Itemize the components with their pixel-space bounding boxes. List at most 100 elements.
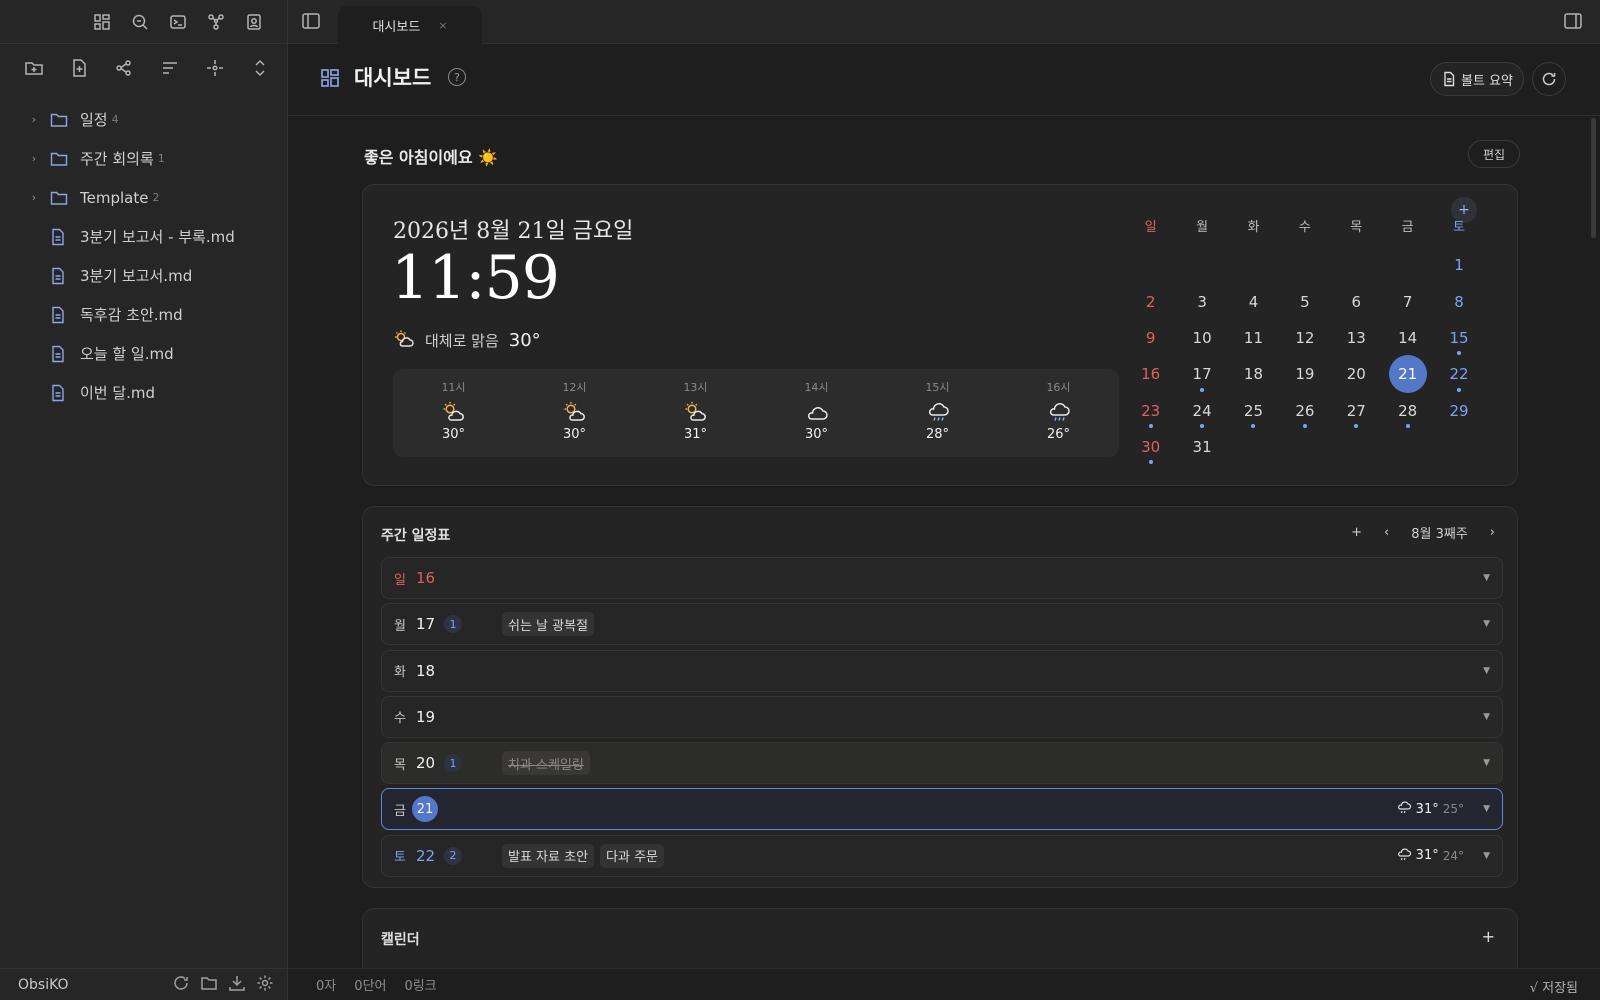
calendar-day[interactable]: 1 — [1433, 247, 1484, 283]
calendar-day[interactable]: 25 — [1228, 393, 1279, 429]
calendar-day[interactable]: 17 — [1176, 356, 1227, 392]
week-day-row[interactable]: 월 17 1 쉬는 날 광복절 ▼ — [381, 603, 1503, 646]
new-note-icon[interactable] — [67, 56, 91, 80]
week-day-row[interactable]: 수 19 ▼ — [381, 695, 1503, 738]
calendar-day[interactable]: 13 — [1331, 320, 1382, 356]
chevron-right-icon[interactable]: › — [26, 152, 42, 165]
next-week-button[interactable]: › — [1490, 525, 1495, 540]
calendar-day[interactable]: 6 — [1331, 283, 1382, 319]
scrollbar-thumb[interactable] — [1591, 118, 1596, 238]
sync-icon[interactable] — [172, 974, 190, 996]
event-chip[interactable]: 쉬는 날 광복절 — [502, 612, 595, 637]
help-icon[interactable]: ? — [448, 68, 466, 86]
tab-dashboard[interactable]: 대시보드 × — [338, 6, 482, 44]
file-item[interactable]: 3분기 보고서.md — [0, 256, 288, 295]
sort-icon[interactable] — [158, 56, 182, 80]
calendar-day[interactable]: 31 — [1176, 429, 1227, 465]
week-day-row[interactable]: 토 22 2 발표 자료 초안 다과 주문 31° 24° ▼ — [381, 834, 1503, 877]
hourly-item: 16시 26° — [998, 369, 1119, 457]
chevron-down-icon[interactable]: ▼ — [1483, 758, 1490, 768]
left-sidebar-toggle-icon[interactable] — [300, 10, 324, 34]
chevron-down-icon[interactable]: ▼ — [1483, 712, 1490, 722]
settings-gear-icon[interactable] — [256, 974, 274, 996]
calendar-day[interactable]: 22 — [1433, 356, 1484, 392]
calendar-day[interactable]: 16 — [1125, 356, 1176, 392]
sun-cloud-icon — [683, 399, 709, 425]
calendar-day[interactable]: 2 — [1125, 283, 1176, 319]
file-item[interactable]: 독후감 초안.md — [0, 295, 288, 334]
calendar-day[interactable]: 3 — [1176, 283, 1227, 319]
calendar-day[interactable]: 9 — [1125, 320, 1176, 356]
calendar-day[interactable]: 5 — [1279, 283, 1330, 319]
download-icon[interactable] — [228, 974, 246, 996]
prev-week-button[interactable]: ‹ — [1384, 525, 1389, 540]
empty-cell — [1382, 247, 1433, 283]
chevron-down-icon[interactable]: ▼ — [1483, 851, 1490, 861]
vault-summary-button[interactable]: 볼트 요약 — [1430, 62, 1524, 96]
calendar-day[interactable]: 4 — [1228, 283, 1279, 319]
week-day-row[interactable]: 화 18 ▼ — [381, 649, 1503, 692]
calendar-day[interactable]: 8 — [1433, 283, 1484, 319]
calendar-day[interactable]: 12 — [1279, 320, 1330, 356]
file-item[interactable]: 이번 달.md — [0, 373, 288, 412]
hour-label: 13시 — [683, 381, 708, 394]
calendar-day[interactable]: 27 — [1331, 393, 1382, 429]
week-day-row[interactable]: 목 20 1 치과 스케일링 ▼ — [381, 742, 1503, 785]
event-chip[interactable]: 치과 스케일링 — [502, 751, 590, 776]
file-item[interactable]: 3분기 보고서 - 부록.md — [0, 217, 288, 256]
folder-item[interactable]: › Template 2 — [0, 178, 288, 217]
day-number: 18 — [1243, 365, 1264, 384]
empty-cell — [1279, 247, 1330, 283]
graph-icon[interactable] — [204, 10, 228, 34]
calendar-day[interactable]: 30 — [1125, 429, 1176, 465]
folder-icon — [50, 151, 74, 167]
calendar-day[interactable]: 20 — [1331, 356, 1382, 392]
new-folder-icon[interactable] — [22, 56, 46, 80]
dashboard-icon[interactable] — [90, 10, 114, 34]
edit-button[interactable]: 편집 — [1468, 140, 1520, 168]
day-number: 20 — [416, 754, 436, 773]
chevron-right-icon[interactable]: › — [26, 113, 42, 126]
search-icon[interactable] — [128, 10, 152, 34]
chevron-right-icon[interactable]: › — [26, 191, 42, 204]
week-day-row[interactable]: 일 16 ▼ — [381, 557, 1503, 599]
calendar-day[interactable]: 28 — [1382, 393, 1433, 429]
calendar-day[interactable]: 14 — [1382, 320, 1433, 356]
folder-item[interactable]: › 주간 회의록 1 — [0, 139, 288, 178]
chevron-down-icon[interactable]: ▼ — [1483, 804, 1490, 814]
event-chip[interactable]: 다과 주문 — [600, 843, 665, 868]
graph-view-icon[interactable] — [112, 56, 136, 80]
event-chip[interactable]: 발표 자료 초안 — [502, 843, 595, 868]
week-day-row[interactable]: 금 21 31° 25° ▼ — [381, 788, 1503, 831]
add-calendar-button[interactable]: + — [1482, 927, 1495, 946]
collapse-all-icon[interactable] — [248, 56, 272, 80]
calendar-day[interactable]: 15 — [1433, 320, 1484, 356]
chevron-down-icon[interactable]: ▼ — [1483, 619, 1490, 629]
hourly-item: 11시 30° — [393, 369, 514, 457]
folder-item[interactable]: › 일정 4 — [0, 100, 288, 139]
add-schedule-button[interactable]: + — [1351, 525, 1362, 540]
calendar-day[interactable]: 23 — [1125, 393, 1176, 429]
hour-label: 15시 — [925, 381, 950, 394]
reveal-active-file-icon[interactable] — [203, 56, 227, 80]
tab-close-icon[interactable]: × — [438, 19, 447, 32]
chevron-down-icon[interactable]: ▼ — [1483, 666, 1490, 676]
terminal-icon[interactable] — [166, 10, 190, 34]
refresh-icon[interactable] — [1532, 62, 1566, 96]
dashboard-content[interactable]: 좋은 아침이에요 ☀️ 편집 2026년 8월 21일 금요일 11:59 대체… — [288, 116, 1600, 968]
folder-icon[interactable] — [200, 974, 218, 996]
file-item[interactable]: 오늘 할 일.md — [0, 334, 288, 373]
right-sidebar-toggle-icon[interactable] — [1562, 10, 1586, 34]
contacts-icon[interactable] — [242, 10, 266, 34]
calendar-day[interactable]: 24 — [1176, 393, 1227, 429]
calendar-day[interactable]: 21 — [1382, 355, 1433, 394]
calendar-day[interactable]: 10 — [1176, 320, 1227, 356]
calendar-day[interactable]: 19 — [1279, 356, 1330, 392]
vault-name[interactable]: ObsiKO — [18, 977, 172, 993]
calendar-day[interactable]: 29 — [1433, 393, 1484, 429]
calendar-day[interactable]: 26 — [1279, 393, 1330, 429]
calendar-day[interactable]: 18 — [1228, 356, 1279, 392]
calendar-day[interactable]: 7 — [1382, 283, 1433, 319]
chevron-down-icon[interactable]: ▼ — [1483, 573, 1490, 583]
calendar-day[interactable]: 11 — [1228, 320, 1279, 356]
